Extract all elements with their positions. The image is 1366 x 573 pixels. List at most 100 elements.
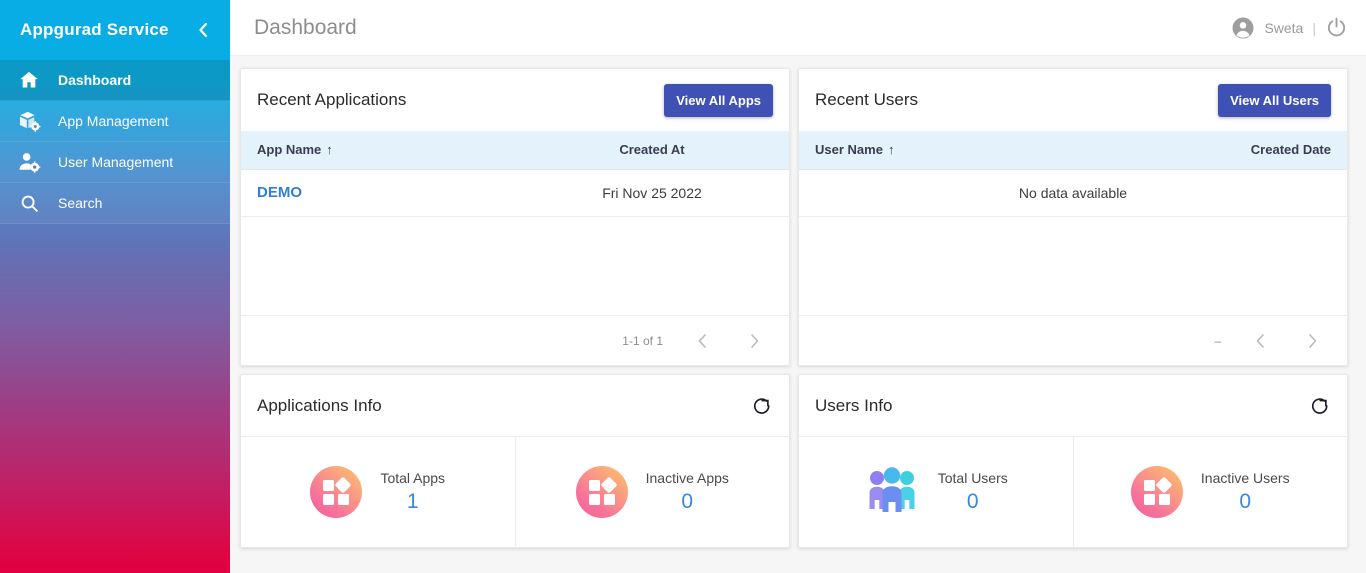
column-header-created-at[interactable]: Created At: [515, 131, 789, 170]
card-header: Recent Applications View All Apps: [241, 69, 789, 131]
column-label: Created Date: [1250, 142, 1331, 158]
stat-total-users: Total Users 0: [799, 437, 1073, 547]
brand-title: Appgurad Service: [20, 20, 169, 39]
sidebar-item-search[interactable]: Search: [0, 183, 230, 224]
column-header-app-name[interactable]: App Name ↑: [241, 131, 515, 170]
users-info-card: Users Info Total Users 0 Inactive Users …: [798, 374, 1348, 548]
card-header: Applications Info: [241, 375, 789, 437]
app-tile-icon: [1130, 466, 1183, 518]
recent-applications-card: Recent Applications View All Apps App Na…: [240, 68, 790, 366]
stat-text: Inactive Apps 0: [646, 470, 729, 514]
sidebar-menu: Dashboard App Management User Management…: [0, 60, 230, 224]
search-icon: [16, 190, 42, 216]
table-body: DEMO Fri Nov 25 2022: [241, 169, 789, 217]
card-body: Total Users 0 Inactive Users 0: [799, 437, 1347, 547]
sidebar-header: Appgurad Service: [0, 0, 230, 60]
recent-users-table: User Name ↑ Created Date No data availabl…: [799, 131, 1347, 217]
card-header: Recent Users View All Users: [799, 69, 1347, 131]
sort-arrow-icon: ↑: [887, 142, 895, 158]
sidebar-item-dashboard[interactable]: Dashboard: [0, 60, 230, 101]
table-row[interactable]: DEMO Fri Nov 25 2022: [241, 169, 789, 217]
stat-value: 0: [966, 490, 979, 513]
pagination-range: 1-1 of 1: [622, 333, 663, 348]
chevron-left-icon[interactable]: [190, 17, 216, 43]
refresh-icon[interactable]: [1309, 395, 1331, 417]
app-tile-icon: [575, 466, 628, 518]
box-gear-icon: [16, 108, 42, 134]
sort-arrow-icon: ↑: [326, 142, 333, 158]
card-header: Users Info: [799, 375, 1347, 437]
stat-text: Total Apps 1: [380, 470, 445, 514]
stat-text: Inactive Users 0: [1201, 470, 1290, 514]
stat-total-apps: Total Apps 1: [241, 437, 515, 547]
sidebar: Appgurad Service Dashboard App Managemen…: [0, 0, 230, 573]
table-head: User Name ↑ Created Date: [799, 131, 1347, 170]
power-icon[interactable]: [1325, 16, 1348, 39]
table-empty-row: No data available: [799, 169, 1347, 217]
stat-value: 1: [406, 490, 419, 513]
sidebar-item-user-management[interactable]: User Management: [0, 142, 230, 183]
sidebar-item-label: Dashboard: [58, 72, 132, 88]
app-name-link[interactable]: DEMO: [257, 184, 302, 201]
stat-value: 0: [681, 490, 694, 513]
pagination-prev-button[interactable]: [689, 328, 715, 354]
user-name: Sweta: [1264, 19, 1304, 36]
users-group-icon: [864, 465, 920, 520]
stat-label: Total Apps: [380, 470, 446, 486]
no-data-message: No data available: [799, 169, 1347, 217]
sidebar-item-app-management[interactable]: App Management: [0, 101, 230, 142]
topbar-separator: |: [1312, 19, 1316, 36]
pagination-next-button[interactable]: [741, 328, 767, 354]
sidebar-item-label: User Management: [58, 154, 174, 170]
stat-text: Total Users 0: [938, 470, 1008, 514]
card-title: Recent Users: [815, 90, 918, 109]
table-body: No data available: [799, 169, 1347, 217]
cards-row-bottom: Applications Info Total Apps 1 Inactive …: [240, 374, 1348, 548]
card-title: Users Info: [815, 395, 893, 415]
sidebar-item-label: Search: [58, 195, 103, 211]
users-paginator: –: [799, 315, 1347, 365]
stat-label: Inactive Users: [1200, 470, 1290, 486]
table-empty-space: [241, 217, 789, 316]
cell-app-name: DEMO: [241, 169, 515, 217]
card-title: Applications Info: [257, 395, 382, 415]
main-area: Dashboard Sweta | Recent Applications Vi…: [230, 0, 1366, 573]
pagination-prev-button[interactable]: [1247, 328, 1273, 354]
stat-value: 0: [1239, 490, 1252, 513]
column-label: User Name: [815, 142, 883, 158]
stat-inactive-apps: Inactive Apps 0: [514, 437, 790, 547]
dashboard-content: Recent Applications View All Apps App Na…: [230, 56, 1366, 573]
pagination-range: –: [1214, 333, 1221, 348]
dashboard-page: Appgurad Service Dashboard App Managemen…: [0, 0, 1366, 573]
view-all-users-button[interactable]: View All Users: [1218, 83, 1331, 117]
home-icon: [16, 67, 42, 93]
account-circle-icon[interactable]: [1231, 16, 1255, 40]
table-head: App Name ↑ Created At: [241, 131, 789, 170]
view-all-apps-button[interactable]: View All Apps: [664, 83, 773, 117]
cards-row-top: Recent Applications View All Apps App Na…: [240, 68, 1348, 366]
refresh-icon[interactable]: [751, 395, 773, 417]
card-title: Recent Applications: [257, 90, 407, 109]
column-label: Created At: [619, 142, 685, 158]
sidebar-item-label: App Management: [58, 113, 169, 129]
cell-created-at: Fri Nov 25 2022: [515, 169, 789, 217]
table-empty-space: [799, 217, 1347, 316]
column-header-created-date[interactable]: Created Date: [1073, 131, 1347, 170]
stat-label: Total Users: [937, 470, 1008, 486]
app-tile-icon: [310, 466, 363, 518]
user-gear-icon: [16, 149, 42, 175]
stat-label: Inactive Apps: [645, 470, 729, 486]
recent-users-card: Recent Users View All Users User Name ↑ C…: [798, 68, 1348, 366]
page-title: Dashboard: [254, 15, 357, 39]
pagination-next-button[interactable]: [1299, 328, 1325, 354]
applications-info-card: Applications Info Total Apps 1 Inactive …: [240, 374, 790, 548]
table-header-row: App Name ↑ Created At: [241, 131, 789, 170]
recent-applications-table: App Name ↑ Created At DEMO Fri Nov 25 20…: [241, 131, 789, 217]
topbar: Dashboard Sweta |: [230, 0, 1366, 56]
card-body: Total Apps 1 Inactive Apps 0: [241, 437, 789, 547]
column-label: App Name: [257, 142, 322, 158]
stat-inactive-users: Inactive Users 0: [1072, 437, 1348, 547]
column-header-user-name[interactable]: User Name ↑: [799, 131, 1073, 170]
table-header-row: User Name ↑ Created Date: [799, 131, 1347, 170]
topbar-actions: Sweta |: [1231, 16, 1348, 40]
